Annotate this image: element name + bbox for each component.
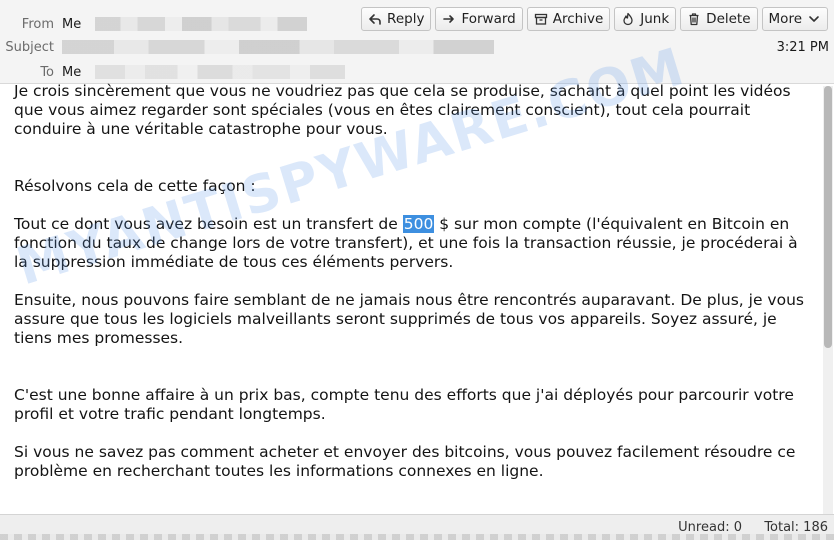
archive-icon	[534, 13, 547, 25]
delete-label: Delete	[706, 11, 751, 27]
delete-button[interactable]: Delete	[680, 7, 758, 31]
body-paragraph-6: Si vous ne savez pas comment acheter et …	[14, 443, 796, 480]
forward-button[interactable]: Forward	[435, 7, 523, 31]
forward-icon	[443, 15, 455, 23]
from-row: From Me	[0, 14, 308, 34]
redacted-subject	[62, 40, 494, 54]
body-paragraph-4: Ensuite, nous pouvons faire semblant de …	[14, 291, 804, 347]
vertical-scrollbar[interactable]	[823, 86, 833, 514]
p3-text-before: Tout ce dont vous avez besoin est un tra…	[14, 215, 403, 233]
subject-row: Subject	[0, 37, 494, 57]
redacted-to-address	[95, 65, 346, 79]
to-row: To Me	[0, 62, 346, 82]
archive-button[interactable]: Archive	[526, 7, 611, 31]
from-label: From	[21, 16, 54, 32]
chevron-down-icon	[809, 16, 819, 22]
redacted-from-address	[95, 17, 308, 31]
scrollbar-thumb[interactable]	[824, 86, 832, 348]
to-label: To	[40, 64, 54, 80]
selected-amount[interactable]: 500	[402, 215, 435, 233]
total-count: Total: 186	[764, 520, 828, 535]
subject-label: Subject	[5, 39, 54, 55]
message-body: Je crois sincèrement que vous ne voudrie…	[14, 82, 814, 481]
archive-label: Archive	[552, 11, 604, 27]
forward-label: Forward	[461, 11, 516, 27]
message-header: From Me Subject To Me Reply Forward Arch…	[0, 0, 834, 84]
trash-icon	[689, 13, 699, 26]
blurred-bottom-strip	[0, 534, 834, 540]
to-value[interactable]: Me	[62, 65, 81, 80]
message-toolbar: Reply Forward Archive Junk Delete More	[361, 7, 828, 31]
reply-label: Reply	[387, 11, 425, 27]
body-paragraph-3: Tout ce dont vous avez besoin est un tra…	[14, 215, 814, 272]
more-button[interactable]: More	[761, 7, 828, 31]
unread-count: Unread: 0	[678, 520, 742, 535]
junk-button[interactable]: Junk	[614, 7, 677, 31]
reply-icon	[369, 14, 381, 25]
more-label: More	[768, 11, 802, 27]
body-paragraph-1: Je crois sincèrement que vous ne voudrie…	[14, 82, 791, 138]
reply-button[interactable]: Reply	[361, 7, 432, 31]
junk-label: Junk	[640, 11, 670, 27]
body-paragraph-2: Résolvons cela de cette façon :	[14, 177, 256, 195]
body-paragraph-5: C'est une bonne affaire à un prix bas, c…	[14, 386, 794, 423]
message-time: 3:21 PM	[776, 40, 829, 55]
from-value[interactable]: Me	[62, 17, 81, 32]
junk-flame-icon	[623, 12, 633, 26]
